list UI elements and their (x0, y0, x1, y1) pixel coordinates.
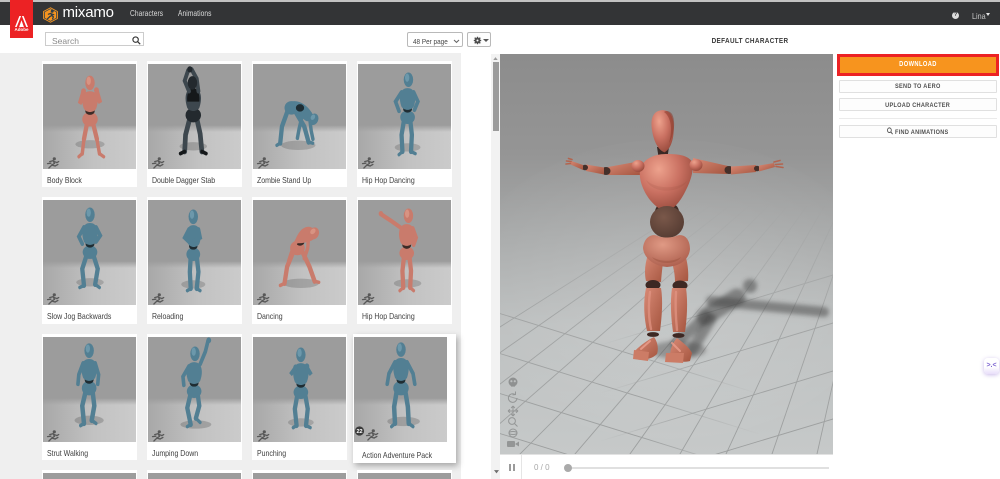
svg-text:22: 22 (356, 429, 362, 435)
